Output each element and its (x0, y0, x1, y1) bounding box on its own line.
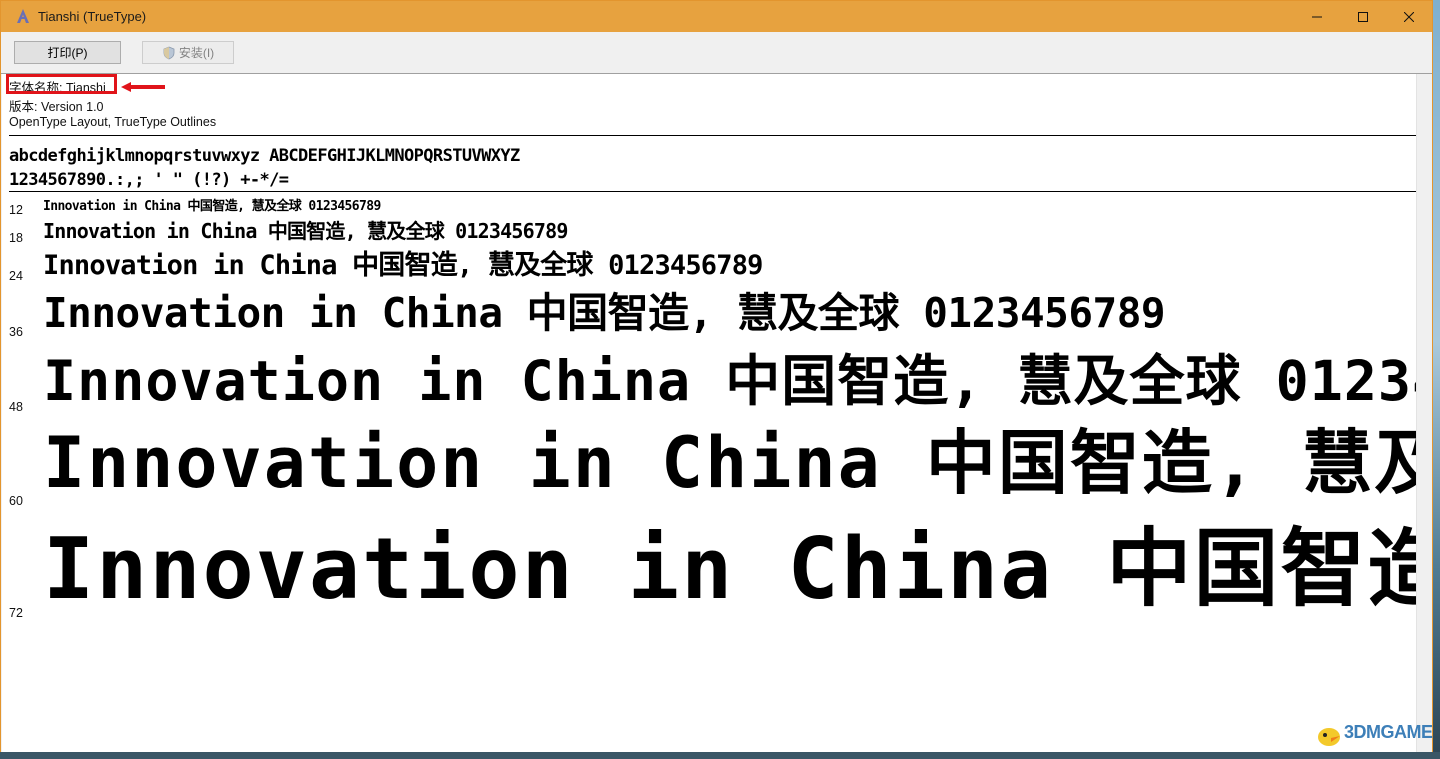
print-button[interactable]: 打印(P) (14, 41, 121, 64)
sample-size-label: 24 (9, 269, 23, 283)
red-arrow-icon (121, 82, 165, 92)
font-preview-area: 字体名称: Tianshi 版本: Version 1.0 OpenType L… (2, 74, 1416, 753)
font-app-icon (15, 8, 31, 24)
font-version-line: 版本: Version 1.0 (9, 100, 104, 114)
title-bar[interactable]: Tianshi (TrueType) (1, 1, 1432, 32)
maximize-button[interactable] (1340, 1, 1386, 32)
watermark-text: 3DMGAME (1344, 722, 1433, 742)
sample-size-label: 48 (9, 400, 23, 414)
sample-size-label: 12 (9, 203, 23, 217)
sample-text-72: Innovation in China 中国智造, 慧及全球 012345678… (43, 520, 1416, 619)
vertical-scrollbar[interactable] (1416, 74, 1432, 753)
print-button-label: 打印(P) (47, 46, 88, 60)
divider (9, 191, 1416, 192)
divider (9, 135, 1416, 136)
watermark-logo-icon (1318, 728, 1340, 746)
maximize-icon (1358, 11, 1368, 22)
minimize-button[interactable] (1294, 1, 1340, 32)
sample-size-label: 60 (9, 494, 23, 508)
toolbar: 打印(P) 安装(I) (1, 32, 1432, 74)
font-viewer-window: Tianshi (TrueType) 打印(P) 安装(I) 字体名称: Tia… (0, 0, 1433, 754)
sample-size-label: 72 (9, 606, 23, 620)
charset-letters: abcdefghijklmnopqrstuvwxyz ABCDEFGHIJKLM… (9, 146, 520, 166)
window-title: Tianshi (TrueType) (38, 9, 147, 24)
sample-size-label: 18 (9, 231, 23, 245)
sample-text-36: Innovation in China 中国智造, 慧及全球 012345678… (43, 289, 1166, 337)
install-button-label: 安装(I) (178, 46, 215, 60)
sample-text-60: Innovation in China 中国智造, 慧及全球 012345678… (43, 422, 1416, 504)
desktop-strip (0, 752, 1440, 759)
close-icon (1404, 11, 1414, 22)
sample-text-18: Innovation in China 中国智造, 慧及全球 012345678… (43, 219, 568, 243)
sample-text-12: Innovation in China 中国智造, 慧及全球 012345678… (43, 199, 381, 214)
highlight-box (6, 74, 117, 94)
sample-text-48: Innovation in China 中国智造, 慧及全球 012345678… (43, 349, 1416, 413)
close-button[interactable] (1386, 1, 1432, 32)
install-button[interactable]: 安装(I) (142, 41, 234, 64)
sample-size-label: 36 (9, 325, 23, 339)
sample-text-24: Innovation in China 中国智造, 慧及全球 012345678… (43, 250, 763, 281)
shield-icon (163, 46, 175, 59)
charset-digits-punctuation: 1234567890.:,; ' " (!?) +-*/= (9, 170, 289, 190)
font-type-line: OpenType Layout, TrueType Outlines (9, 115, 217, 129)
minimize-icon (1312, 16, 1322, 17)
